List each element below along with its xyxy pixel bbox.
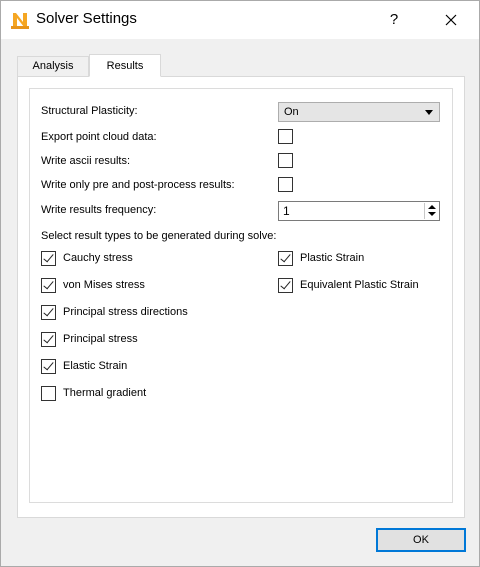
- export-point-cloud-checkbox[interactable]: [278, 129, 293, 144]
- results-settings-group: Structural Plasticity: On Export point c…: [29, 88, 453, 503]
- write-pre-post-checkbox[interactable]: [278, 177, 293, 192]
- frequency-spinbox[interactable]: 1: [278, 201, 440, 221]
- close-icon: [445, 14, 457, 26]
- von-mises-stress-checkbox[interactable]: [41, 278, 56, 293]
- thermal-gradient-label: Thermal gradient: [63, 387, 147, 399]
- tab-analysis[interactable]: Analysis: [17, 56, 89, 76]
- elastic-strain-label: Elastic Strain: [63, 360, 128, 372]
- n-app-icon: [10, 10, 30, 30]
- write-ascii-label: Write ascii results:: [41, 155, 131, 167]
- principal-stress-checkbox[interactable]: [41, 332, 56, 347]
- equivalent-plastic-strain-checkbox[interactable]: [278, 278, 293, 293]
- spin-down-icon[interactable]: [428, 212, 436, 216]
- chevron-down-icon: [425, 110, 433, 115]
- solver-settings-dialog: Solver Settings ? Analysis Results Struc…: [0, 0, 480, 567]
- results-tab-panel: Structural Plasticity: On Export point c…: [17, 76, 465, 518]
- elastic-strain-checkbox[interactable]: [41, 359, 56, 374]
- principal-stress-directions-checkbox[interactable]: [41, 305, 56, 320]
- cauchy-stress-label: Cauchy stress: [63, 252, 133, 264]
- close-button[interactable]: [433, 5, 469, 35]
- frequency-label: Write results frequency:: [41, 204, 157, 216]
- von-mises-stress-label: von Mises stress: [63, 279, 145, 291]
- plastic-strain-checkbox[interactable]: [278, 251, 293, 266]
- structural-plasticity-value: On: [284, 106, 299, 118]
- thermal-gradient-checkbox[interactable]: [41, 386, 56, 401]
- write-ascii-checkbox[interactable]: [278, 153, 293, 168]
- title-bar: Solver Settings ?: [1, 1, 479, 39]
- tab-results[interactable]: Results: [89, 54, 161, 77]
- structural-plasticity-label: Structural Plasticity:: [41, 105, 138, 117]
- export-point-cloud-label: Export point cloud data:: [41, 131, 157, 143]
- equivalent-plastic-strain-label: Equivalent Plastic Strain: [300, 279, 419, 291]
- principal-stress-label: Principal stress: [63, 333, 138, 345]
- spin-up-icon[interactable]: [428, 205, 436, 209]
- spinner-arrows-icon[interactable]: [424, 203, 438, 219]
- result-types-heading: Select result types to be generated duri…: [41, 230, 277, 242]
- principal-stress-directions-label: Principal stress directions: [63, 306, 188, 318]
- ok-button[interactable]: OK: [376, 528, 466, 552]
- frequency-value: 1: [283, 204, 290, 218]
- plastic-strain-label: Plastic Strain: [300, 252, 365, 264]
- write-pre-post-label: Write only pre and post-process results:: [41, 179, 235, 191]
- help-button[interactable]: ?: [379, 5, 409, 35]
- cauchy-stress-checkbox[interactable]: [41, 251, 56, 266]
- structural-plasticity-select[interactable]: On: [278, 102, 440, 122]
- window-title: Solver Settings: [36, 10, 137, 27]
